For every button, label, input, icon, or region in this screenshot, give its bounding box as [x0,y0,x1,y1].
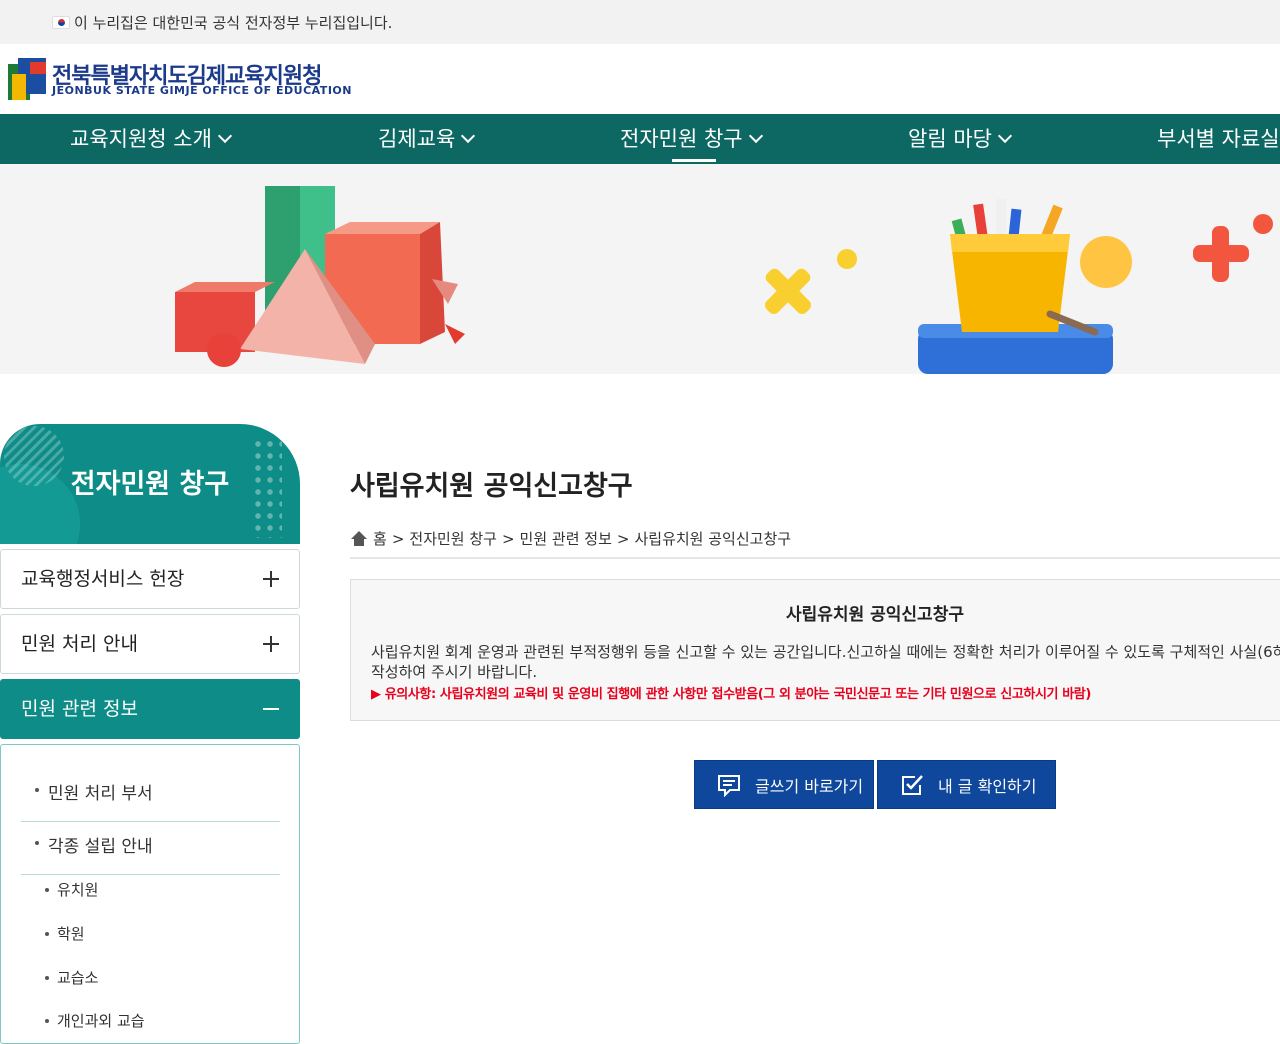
sidebar-item-civil-info[interactable]: 민원 관련 정보 [0,679,300,739]
red-ball-shape [207,333,241,367]
minus-icon [263,708,279,710]
content-divider [350,557,1280,559]
main-nav: 교육지원청 소개 김제교육 전자민원 창구 알림 마당 부서별 자료실 [0,114,1280,164]
nav-item-label: 부서별 자료실 [1157,127,1280,151]
nav-item-civil-service[interactable]: 전자민원 창구 [620,114,763,164]
office-logo-icon[interactable] [8,58,46,100]
breadcrumb-separator: > [391,529,405,548]
write-post-button-label: 글쓰기 바로가기 [755,776,864,796]
submenu-item-kindergarten[interactable]: 유치원 [44,879,98,900]
nav-item-label: 전자민원 창구 [620,127,743,151]
plus-icon [263,571,279,587]
breadcrumb-item[interactable]: 민원 관련 정보 [520,528,612,549]
info-description-line: 사립유치원 회계 운영과 관련된 부적정행위 등을 신고할 수 있는 공간입니다… [371,643,1280,661]
x-mark-shape [765,268,811,314]
home-icon[interactable] [350,530,368,547]
breadcrumb-item-current: 사립유치원 공익신고창구 [634,530,792,548]
submenu-item-private-tutoring[interactable]: 개인과외 교습 [45,1010,145,1031]
page-title: 사립유치원 공익신고창구 [350,471,633,502]
sidebar-item-label: 민원 처리 안내 [21,633,138,655]
yellow-ball-shape [1080,236,1132,288]
sidebar-item-service-charter[interactable]: 교육행정서비스 헌장 [0,549,300,609]
plus-mark-shape [1193,226,1249,282]
breadcrumb-item-home[interactable]: 홈 [373,528,387,549]
breadcrumb: 홈 > 전자민원 창구 > 민원 관련 정보 > 사립유치원 공익신고창구 [350,528,791,549]
logo-header: 전북특별자치도김제교육지원청 JEONBUK STATE GIMJE OFFIC… [0,44,1280,114]
submenu-item-academy[interactable]: 학원 [45,923,85,944]
chevron-down-icon [461,128,476,144]
info-title: 사립유치원 공익신고창구 [786,605,964,625]
check-my-post-button-label: 내 글 확인하기 [938,776,1037,796]
submenu-item-establishment-guide[interactable]: 각종 설립 안내 [21,832,280,875]
chevron-down-icon [748,128,763,144]
breadcrumb-separator: > [616,529,630,548]
info-note: ▶ 유의사항: 사립유치원의 교육비 및 운영비 집행에 관한 사항만 접수받음… [371,687,1091,702]
gov-banner: 이 누리집은 대한민국 공식 전자정부 누리집입니다. [0,0,1280,44]
check-my-post-button[interactable]: 내 글 확인하기 [877,760,1056,809]
korea-flag-icon [52,15,70,29]
sidebar-title: 전자민원 창구 [70,469,230,500]
nav-item-label: 알림 마당 [908,127,992,151]
nav-item-notice[interactable]: 알림 마당 [908,114,1013,164]
plus-icon [263,636,279,652]
info-description-line: 작성하여 주시기 바랍니다. [371,663,538,681]
submenu-item-tutoring-center[interactable]: 교습소 [44,967,98,988]
nav-item-label: 교육지원청 소개 [70,127,212,151]
breadcrumb-separator: > [501,529,515,548]
chevron-down-icon [217,128,232,144]
write-post-button[interactable]: 글쓰기 바로가기 [694,760,874,809]
sidebar-item-label: 교육행정서비스 헌장 [21,568,185,590]
submenu-item-label: 각종 설립 안내 [48,837,153,857]
info-box: 사립유치원 공익신고창구 사립유치원 회계 운영과 관련된 부적정행위 등을 신… [350,579,1280,721]
check-square-icon [902,774,923,795]
chevron-down-icon [997,128,1013,144]
info-description: 사립유치원 회계 운영과 관련된 부적정행위 등을 신고할 수 있는 공간입니다… [371,642,1280,682]
office-name-en[interactable]: JEONBUK STATE GIMJE OFFICE OF EDUCATION [52,84,352,97]
submenu-item-civil-department[interactable]: 민원 처리 부서 [21,779,280,822]
nav-item-label: 김제교육 [378,127,456,151]
submenu-item-label: 민원 처리 부서 [48,784,153,804]
nav-item-intro[interactable]: 교육지원청 소개 [70,114,232,164]
hero-illustration [175,186,1273,374]
sidebar-title-panel: 전자민원 창구 [0,424,300,544]
breadcrumb-item[interactable]: 전자민원 창구 [409,528,497,549]
sidebar-item-civil-guide[interactable]: 민원 처리 안내 [0,614,300,674]
comment-icon [718,774,740,797]
sidebar-submenu: 민원 처리 부서 각종 설립 안내 유치원 학원 교습소 개인과외 교습 [0,744,300,1044]
sidebar-item-label: 민원 관련 정보 [21,698,138,720]
hero-banner [0,164,1280,374]
nav-item-department-archive[interactable]: 부서별 자료실 [1157,114,1280,164]
nav-item-gimje-education[interactable]: 김제교육 [378,114,476,164]
gov-banner-text: 이 누리집은 대한민국 공식 전자정부 누리집입니다. [74,13,393,32]
